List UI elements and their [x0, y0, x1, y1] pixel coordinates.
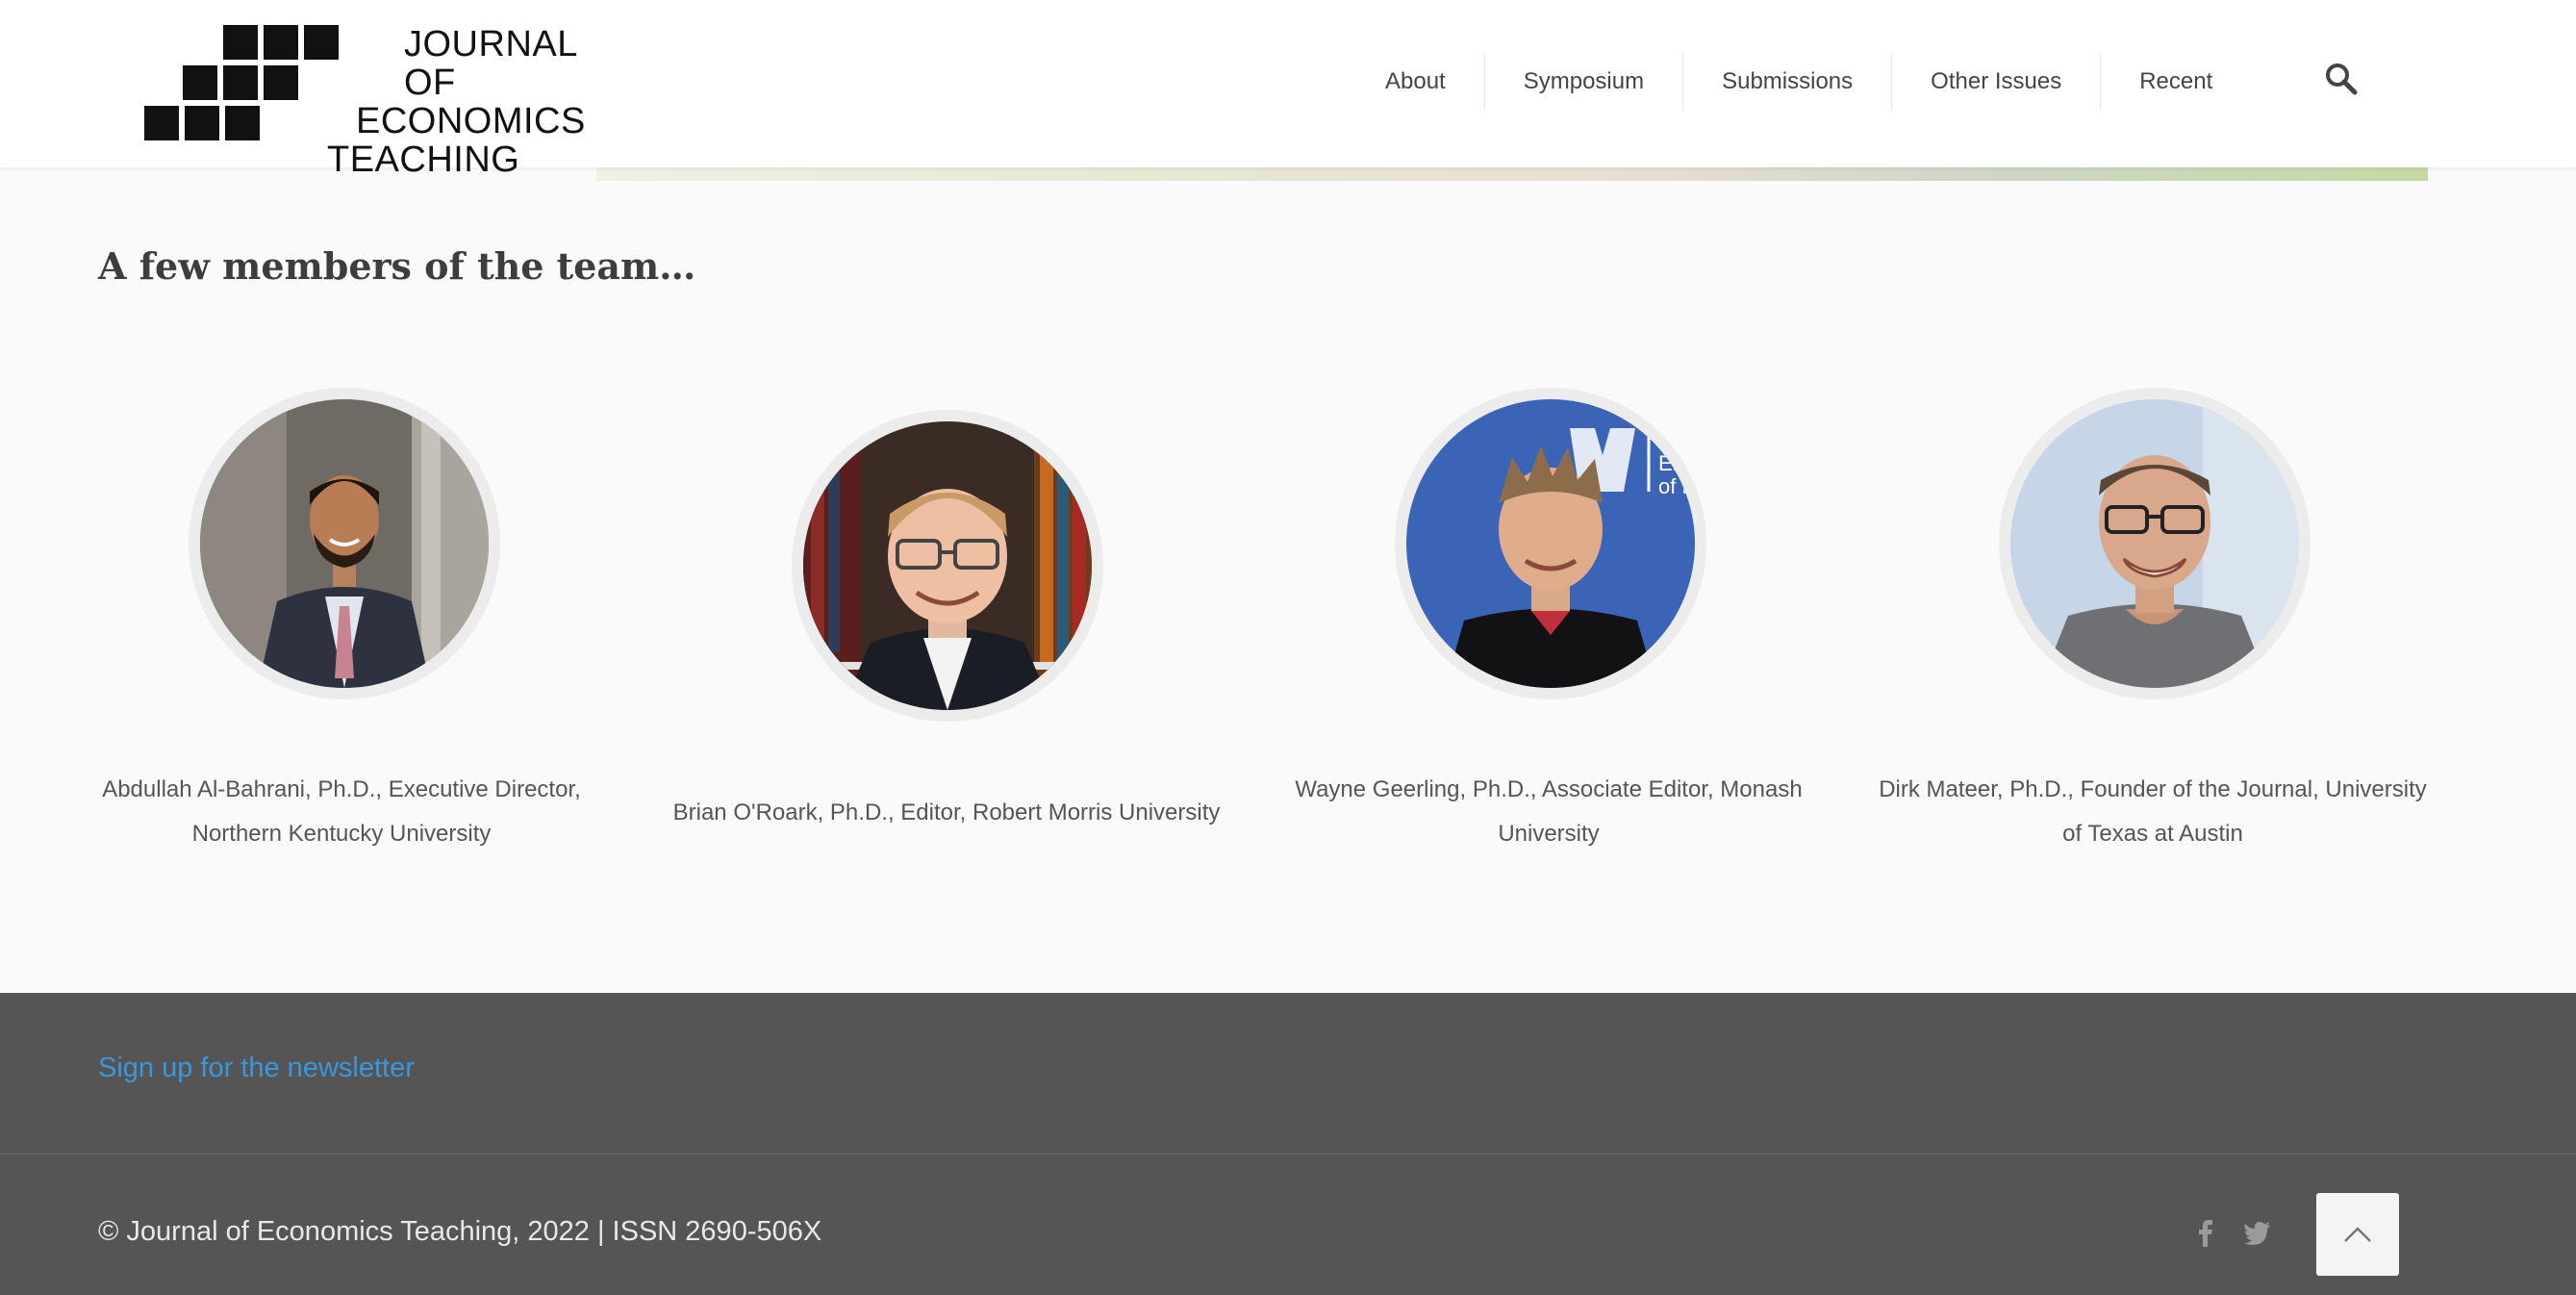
site-logo[interactable]: JOURNAL OF ECONOMICS TEACHING [144, 23, 606, 179]
sign-text-the-u: THE U [1658, 433, 1693, 446]
facebook-icon[interactable] [2193, 1218, 2218, 1247]
avatar-wayne-geerling: THE U Eller of Ma [1395, 388, 1706, 699]
nav-symposium[interactable]: Symposium [1485, 53, 1684, 111]
member-caption-1: Abdullah Al-Bahrani, Ph.D., Executive Di… [102, 776, 581, 847]
nav-recent[interactable]: Recent [2101, 53, 2251, 111]
sign-text-of-ma: of Ma [1658, 474, 1695, 498]
logo-wordmark: JOURNAL OF ECONOMICS TEACHING [327, 25, 616, 179]
logo-line-2: ECONOMICS [356, 101, 586, 141]
nav-submissions[interactable]: Submissions [1683, 53, 1893, 111]
section-title: A few members of the team… [98, 244, 696, 288]
member-caption-2: Brian O'Roark, Ph.D., Editor, Robert Mor… [672, 800, 1221, 825]
nav-about[interactable]: About [1347, 53, 1485, 111]
main-nav: About Symposium Submissions Other Issues… [1347, 0, 2251, 164]
logo-blocks-icon [144, 23, 346, 142]
search-icon[interactable] [2324, 62, 2359, 96]
twitter-icon[interactable] [2243, 1218, 2272, 1247]
scroll-to-top-button[interactable] [2316, 1193, 2399, 1276]
sign-text-eller: Eller [1658, 451, 1695, 475]
logo-line-3: TEACHING [327, 140, 520, 180]
logo-line-1: JOURNAL OF [404, 24, 577, 103]
chevron-up-icon [2344, 1227, 2371, 1242]
avatar-brian-oroark [792, 410, 1103, 722]
member-caption-3: Wayne Geerling, Ph.D., Associate Editor,… [1295, 776, 1803, 847]
header-photo-strip [596, 167, 2428, 181]
member-caption-4: Dirk Mateer, Ph.D., Founder of the Journ… [1879, 776, 2427, 847]
newsletter-link[interactable]: Sign up for the newsletter [98, 1053, 415, 1084]
nav-other-issues[interactable]: Other Issues [1892, 53, 2102, 111]
copyright-text: © Journal of Economics Teaching, 2022 | … [98, 1216, 822, 1247]
avatar-dirk-mateer [1999, 388, 2311, 699]
avatar-abdullah-al-bahrani [189, 388, 500, 699]
